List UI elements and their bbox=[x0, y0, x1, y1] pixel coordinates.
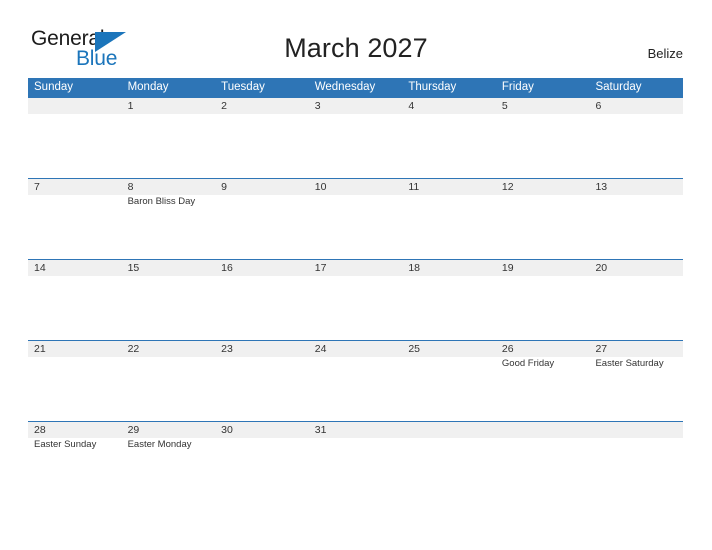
day-event bbox=[215, 438, 309, 502]
week-date-band: 1 2 3 4 5 6 bbox=[28, 98, 683, 114]
day-number[interactable]: 24 bbox=[309, 341, 403, 357]
day-event bbox=[589, 438, 683, 502]
country-label: Belize bbox=[647, 46, 683, 61]
day-event bbox=[402, 114, 496, 178]
week-event-band: Baron Bliss Day bbox=[28, 195, 683, 259]
day-event bbox=[309, 276, 403, 340]
week-date-band: 28 29 30 31 bbox=[28, 422, 683, 438]
day-number[interactable]: 11 bbox=[402, 179, 496, 195]
day-number[interactable]: 20 bbox=[589, 260, 683, 276]
day-event bbox=[28, 357, 122, 421]
day-number[interactable]: 18 bbox=[402, 260, 496, 276]
week-event-band bbox=[28, 114, 683, 178]
day-event: Baron Bliss Day bbox=[127, 196, 196, 207]
day-event bbox=[402, 357, 496, 421]
day-number[interactable]: 25 bbox=[402, 341, 496, 357]
day-event bbox=[496, 114, 590, 178]
day-event bbox=[496, 438, 590, 502]
day-event: Easter Monday bbox=[127, 439, 192, 450]
day-number[interactable]: 27 bbox=[589, 341, 683, 357]
weekday-thursday: Thursday bbox=[408, 81, 457, 93]
day-event bbox=[122, 357, 216, 421]
day-number[interactable] bbox=[402, 422, 496, 438]
week-row: 7 8 9 10 11 12 13 Baron Bliss Day bbox=[28, 178, 683, 259]
day-number[interactable]: 22 bbox=[122, 341, 216, 357]
day-number[interactable]: 10 bbox=[309, 179, 403, 195]
day-number[interactable]: 28 bbox=[28, 422, 122, 438]
day-event bbox=[28, 114, 122, 178]
week-row: 1 2 3 4 5 6 bbox=[28, 97, 683, 178]
day-number[interactable] bbox=[28, 98, 122, 114]
week-row: 21 22 23 24 25 26 27 Good Friday Easter … bbox=[28, 340, 683, 421]
day-event bbox=[402, 438, 496, 502]
day-number[interactable] bbox=[496, 422, 590, 438]
day-number[interactable]: 7 bbox=[28, 179, 122, 195]
day-event bbox=[589, 114, 683, 178]
day-number[interactable]: 9 bbox=[215, 179, 309, 195]
weekday-saturday: Saturday bbox=[595, 81, 642, 93]
week-date-band: 7 8 9 10 11 12 13 bbox=[28, 179, 683, 195]
day-event bbox=[309, 357, 403, 421]
weekday-sunday: Sunday bbox=[34, 81, 74, 93]
day-event bbox=[28, 195, 122, 259]
weekday-monday: Monday bbox=[127, 81, 169, 93]
day-number[interactable] bbox=[589, 422, 683, 438]
day-number[interactable]: 16 bbox=[215, 260, 309, 276]
day-event bbox=[496, 276, 590, 340]
day-event: Easter Saturday bbox=[595, 358, 664, 369]
day-number[interactable]: 15 bbox=[122, 260, 216, 276]
day-number[interactable]: 23 bbox=[215, 341, 309, 357]
week-date-band: 14 15 16 17 18 19 20 bbox=[28, 260, 683, 276]
weekday-wednesday: Wednesday bbox=[314, 81, 376, 93]
day-event bbox=[589, 195, 683, 259]
day-number[interactable]: 14 bbox=[28, 260, 122, 276]
day-number[interactable]: 13 bbox=[589, 179, 683, 195]
page-header: General Blue March 2027 Belize bbox=[0, 0, 712, 78]
day-event bbox=[215, 114, 309, 178]
day-number[interactable]: 30 bbox=[215, 422, 309, 438]
day-number[interactable]: 5 bbox=[496, 98, 590, 114]
day-number[interactable]: 21 bbox=[28, 341, 122, 357]
page-title: March 2027 bbox=[284, 33, 428, 63]
day-event bbox=[309, 114, 403, 178]
weekday-header-row: Sunday Monday Tuesday Wednesday Thursday… bbox=[28, 78, 683, 97]
day-event bbox=[215, 357, 309, 421]
day-number[interactable]: 1 bbox=[122, 98, 216, 114]
week-event-band bbox=[28, 276, 683, 340]
day-number[interactable]: 19 bbox=[496, 260, 590, 276]
weekday-tuesday: Tuesday bbox=[221, 81, 265, 93]
day-event: Easter Sunday bbox=[34, 439, 97, 450]
day-event bbox=[215, 195, 309, 259]
day-event bbox=[309, 195, 403, 259]
day-event bbox=[589, 276, 683, 340]
day-number[interactable]: 17 bbox=[309, 260, 403, 276]
day-number[interactable]: 6 bbox=[589, 98, 683, 114]
week-event-band: Easter Sunday Easter Monday bbox=[28, 438, 683, 502]
week-row: 14 15 16 17 18 19 20 bbox=[28, 259, 683, 340]
week-row: 28 29 30 31 Easter Sunday Easter Monday bbox=[28, 421, 683, 502]
day-number[interactable]: 3 bbox=[309, 98, 403, 114]
day-event bbox=[122, 276, 216, 340]
day-number[interactable]: 2 bbox=[215, 98, 309, 114]
week-event-band: Good Friday Easter Saturday bbox=[28, 357, 683, 421]
day-event: Good Friday bbox=[501, 358, 555, 369]
day-event bbox=[402, 276, 496, 340]
day-number[interactable]: 8 bbox=[122, 179, 216, 195]
day-event bbox=[402, 195, 496, 259]
day-event bbox=[496, 195, 590, 259]
day-number[interactable]: 12 bbox=[496, 179, 590, 195]
day-event bbox=[309, 438, 403, 502]
day-event bbox=[28, 276, 122, 340]
day-number[interactable]: 26 bbox=[496, 341, 590, 357]
week-date-band: 21 22 23 24 25 26 27 bbox=[28, 341, 683, 357]
day-event bbox=[215, 276, 309, 340]
calendar-grid: Sunday Monday Tuesday Wednesday Thursday… bbox=[28, 78, 683, 502]
weekday-friday: Friday bbox=[501, 81, 534, 93]
day-number[interactable]: 4 bbox=[402, 98, 496, 114]
day-number[interactable]: 29 bbox=[122, 422, 216, 438]
day-event bbox=[122, 114, 216, 178]
day-number[interactable]: 31 bbox=[309, 422, 403, 438]
